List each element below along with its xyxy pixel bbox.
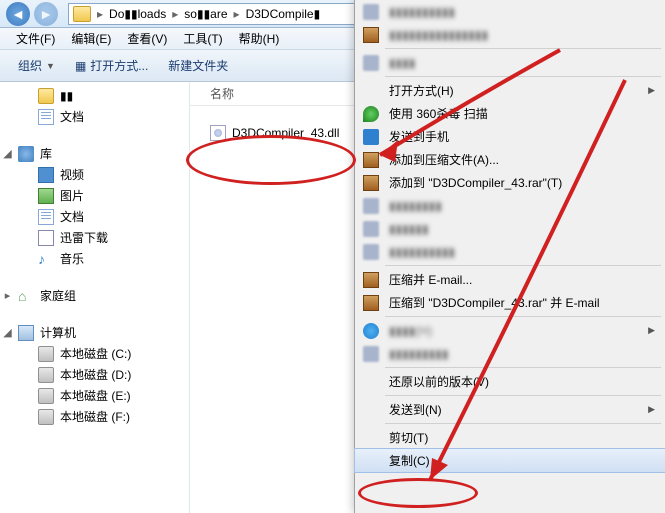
open-with-button[interactable]: ▦打开方式... [65,53,158,78]
collapse-icon[interactable]: ◢ [2,327,13,338]
drive-icon [38,346,54,362]
menu-help[interactable]: 帮助(H) [231,28,288,49]
ctx-rar-email[interactable]: 压缩到 "D3DCompiler_43.rar" 并 E-mail [355,291,665,314]
breadcrumb[interactable]: so▮▮are [180,7,231,21]
drive-icon [38,388,54,404]
library-icon [18,146,34,162]
ctx-item[interactable]: ▮▮▮▮▮▮▮▮ [355,194,665,217]
organize-button[interactable]: 组织▼ [8,53,65,78]
thunder-icon [38,230,54,246]
context-menu: ▮▮▮▮▮▮▮▮▮▮ ▮▮▮▮▮▮▮▮▮▮▮▮▮▮▮ ▮▮▮▮ 打开方式(H)▶… [354,0,665,513]
nav-back-button[interactable]: ◄ [6,2,30,26]
rar-icon [363,272,379,288]
breadcrumb[interactable]: D3DCompile▮ [242,7,325,21]
tree-drive-d[interactable]: 本地磁盘 (D:) [0,364,189,385]
tree-drive-f[interactable]: 本地磁盘 (F:) [0,406,189,427]
ctx-item[interactable]: ▮▮▮▮▮▮▮▮▮▮▮▮▮▮▮ [355,23,665,46]
drive-icon [38,367,54,383]
picture-icon [38,188,54,204]
tree-thunder[interactable]: 迅雷下载 [0,227,189,248]
phone-icon [363,129,379,145]
rar-icon [363,175,379,191]
ctx-send-phone[interactable]: 发送到手机 [355,125,665,148]
ctx-add-rar[interactable]: 添加到 "D3DCompiler_43.rar"(T) [355,171,665,194]
ctx-item[interactable]: ▮▮▮▮ [355,51,665,74]
computer-icon [18,325,34,341]
ctx-item[interactable]: ▮▮▮▮▮▮▮▮▮ [355,342,665,365]
collapse-icon[interactable]: ◢ [2,148,13,159]
nav-fwd-button[interactable]: ► [34,2,58,26]
file-name: D3DCompiler_43.dll [232,126,339,140]
shield-icon [363,106,379,122]
ctx-copy[interactable]: 复制(C) [355,449,665,472]
tree-music[interactable]: ♪音乐 [0,248,189,269]
ctx-open-with[interactable]: 打开方式(H)▶ [355,79,665,102]
tree-drive-c[interactable]: 本地磁盘 (C:) [0,343,189,364]
music-icon: ♪ [38,251,54,267]
nav-tree: ▮▮ 文档 ◢库 视频 图片 文档 迅雷下载 ♪音乐 ▸⌂家庭组 ◢计算机 本地… [0,82,190,513]
tree-downloads[interactable]: ▮▮ [0,86,189,106]
menu-file[interactable]: 文件(F) [8,28,63,49]
menu-edit[interactable]: 编辑(E) [63,28,119,49]
ctx-send-to[interactable]: 发送到(N)▶ [355,398,665,421]
ctx-item[interactable]: ▮▮▮▮(H)▶ [355,319,665,342]
ctx-cut[interactable]: 剪切(T) [355,426,665,449]
ctx-add-archive[interactable]: 添加到压缩文件(A)... [355,148,665,171]
tree-pictures[interactable]: 图片 [0,185,189,206]
expand-icon[interactable]: ▸ [2,290,13,301]
rar-icon [363,152,379,168]
document-icon [38,109,54,125]
dll-file-icon [210,125,226,141]
ctx-item[interactable]: ▮▮▮▮▮▮ [355,217,665,240]
ctx-restore-version[interactable]: 还原以前的版本(V) [355,370,665,393]
new-folder-button[interactable]: 新建文件夹 [158,53,238,78]
breadcrumb[interactable]: Do▮▮loads [105,7,170,21]
tree-docs[interactable]: 文档 [0,206,189,227]
share-icon [363,323,379,339]
folder-icon [73,6,91,22]
tree-docs[interactable]: 文档 [0,106,189,127]
menu-view[interactable]: 查看(V) [119,28,175,49]
tree-computer[interactable]: ◢计算机 [0,322,189,343]
rar-icon [363,27,379,43]
ctx-item[interactable]: ▮▮▮▮▮▮▮▮▮▮ [355,240,665,263]
submenu-arrow-icon: ▶ [648,404,655,415]
ctx-zip-email[interactable]: 压缩并 E-mail... [355,268,665,291]
document-icon [38,209,54,225]
rar-icon [363,295,379,311]
video-icon [38,167,54,183]
tree-video[interactable]: 视频 [0,164,189,185]
ctx-item[interactable]: ▮▮▮▮▮▮▮▮▮▮ [355,0,665,23]
menu-tools[interactable]: 工具(T) [175,28,230,49]
tree-libraries[interactable]: ◢库 [0,143,189,164]
tree-homegroup[interactable]: ▸⌂家庭组 [0,285,189,306]
tree-drive-e[interactable]: 本地磁盘 (E:) [0,385,189,406]
submenu-arrow-icon: ▶ [648,85,655,96]
ctx-360-scan[interactable]: 使用 360杀毒 扫描 [355,102,665,125]
download-icon [38,88,54,104]
homegroup-icon: ⌂ [18,288,34,304]
drive-icon [38,409,54,425]
